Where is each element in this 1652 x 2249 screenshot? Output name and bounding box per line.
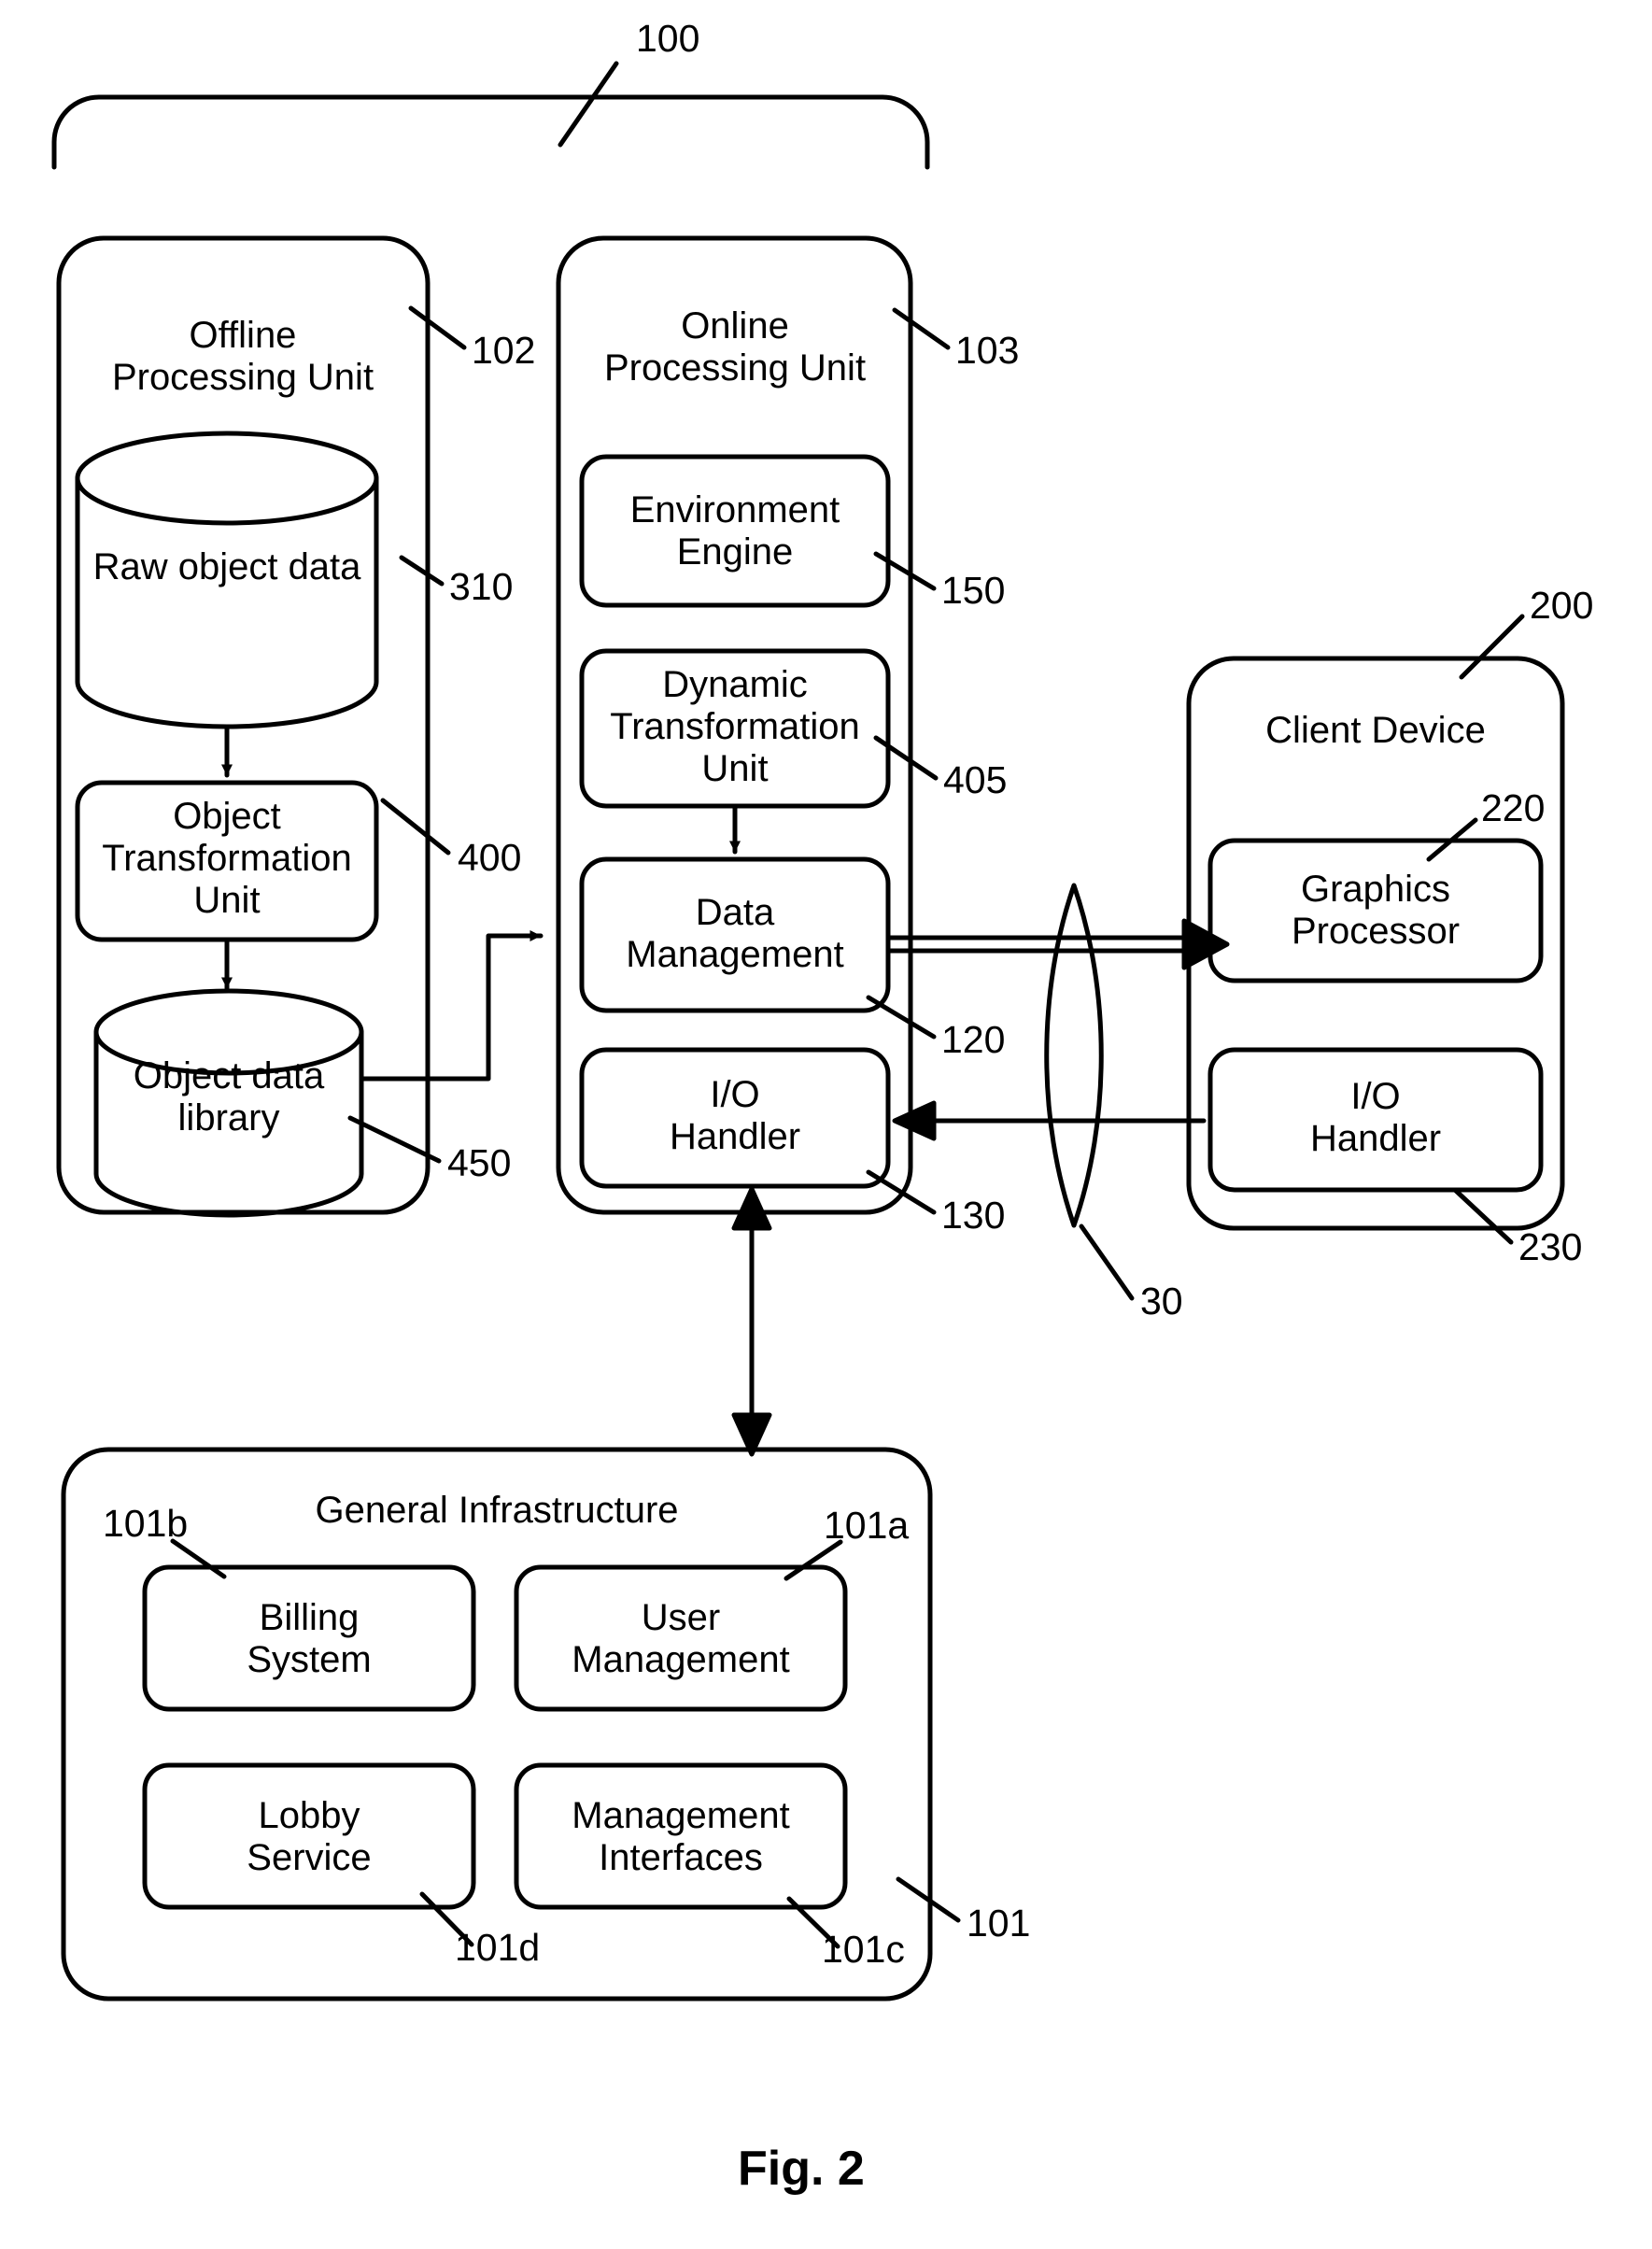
ref-100: 100	[636, 17, 700, 60]
leader-101b	[170, 1538, 227, 1579]
management-interfaces-box	[514, 1762, 848, 1910]
figure-caption: Fig. 2	[738, 2142, 865, 2196]
object-data-library-cylinder-top	[93, 988, 364, 1076]
link-dm-to-gpu-arrowhead	[1181, 918, 1230, 970]
patent-figure-2: 100 Offline Processing Unit 102 Raw obje…	[0, 0, 1652, 2249]
io-handler-server-box	[579, 1047, 891, 1189]
leader-130	[866, 1169, 937, 1215]
client-device-panel	[1186, 656, 1565, 1231]
ref-310: 310	[449, 565, 514, 608]
link-io-infra-arrowhead-top	[731, 1186, 772, 1231]
ref-120: 120	[941, 1018, 1006, 1061]
leader-103	[892, 307, 951, 350]
dynamic-transformation-unit-box	[579, 648, 891, 809]
ref-400: 400	[458, 836, 522, 879]
leader-150	[873, 551, 937, 591]
ref-200: 200	[1530, 584, 1594, 627]
system-boundary-100	[51, 94, 930, 170]
leader-405	[873, 735, 939, 781]
leader-102	[408, 305, 467, 350]
ref-103: 103	[955, 329, 1020, 372]
ref-30: 30	[1140, 1280, 1183, 1323]
ref-101d: 101d	[455, 1926, 541, 1969]
leader-310	[399, 555, 445, 587]
raw-object-data-cylinder-top	[75, 431, 379, 526]
link-client-io-arrowhead	[892, 1100, 937, 1141]
ref-220: 220	[1481, 786, 1546, 829]
ref-405: 405	[943, 758, 1008, 801]
leader-100	[558, 61, 619, 148]
client-io-handler-box	[1207, 1047, 1544, 1193]
environment-engine-box	[579, 454, 891, 608]
diagram-vector-layer	[51, 61, 1565, 2001]
ref-101b: 101b	[103, 1502, 189, 1545]
ref-150: 150	[941, 569, 1006, 612]
general-infrastructure-panel	[61, 1447, 933, 2001]
raw-object-data-cylinder-body	[75, 475, 379, 729]
ref-230: 230	[1518, 1225, 1583, 1268]
data-management-box	[579, 856, 891, 1013]
object-transformation-unit-box	[75, 780, 379, 942]
billing-system-box	[142, 1564, 476, 1712]
leader-120	[866, 995, 937, 1040]
leader-230	[1452, 1187, 1514, 1245]
ref-130: 130	[941, 1194, 1006, 1237]
online-processing-unit-panel	[556, 235, 913, 1215]
ref-101c: 101c	[822, 1928, 905, 1971]
lobby-service-box	[142, 1762, 476, 1910]
leader-400	[380, 798, 451, 856]
ref-450: 450	[447, 1141, 512, 1184]
graphics-processor-box	[1207, 838, 1544, 983]
user-management-box	[514, 1564, 848, 1712]
ref-101: 101	[967, 1902, 1031, 1945]
ref-101a: 101a	[824, 1504, 910, 1547]
leader-30	[1079, 1224, 1135, 1301]
leader-200	[1459, 614, 1525, 680]
ref-102: 102	[472, 329, 536, 372]
connector-library-to-data-management	[359, 930, 544, 1082]
